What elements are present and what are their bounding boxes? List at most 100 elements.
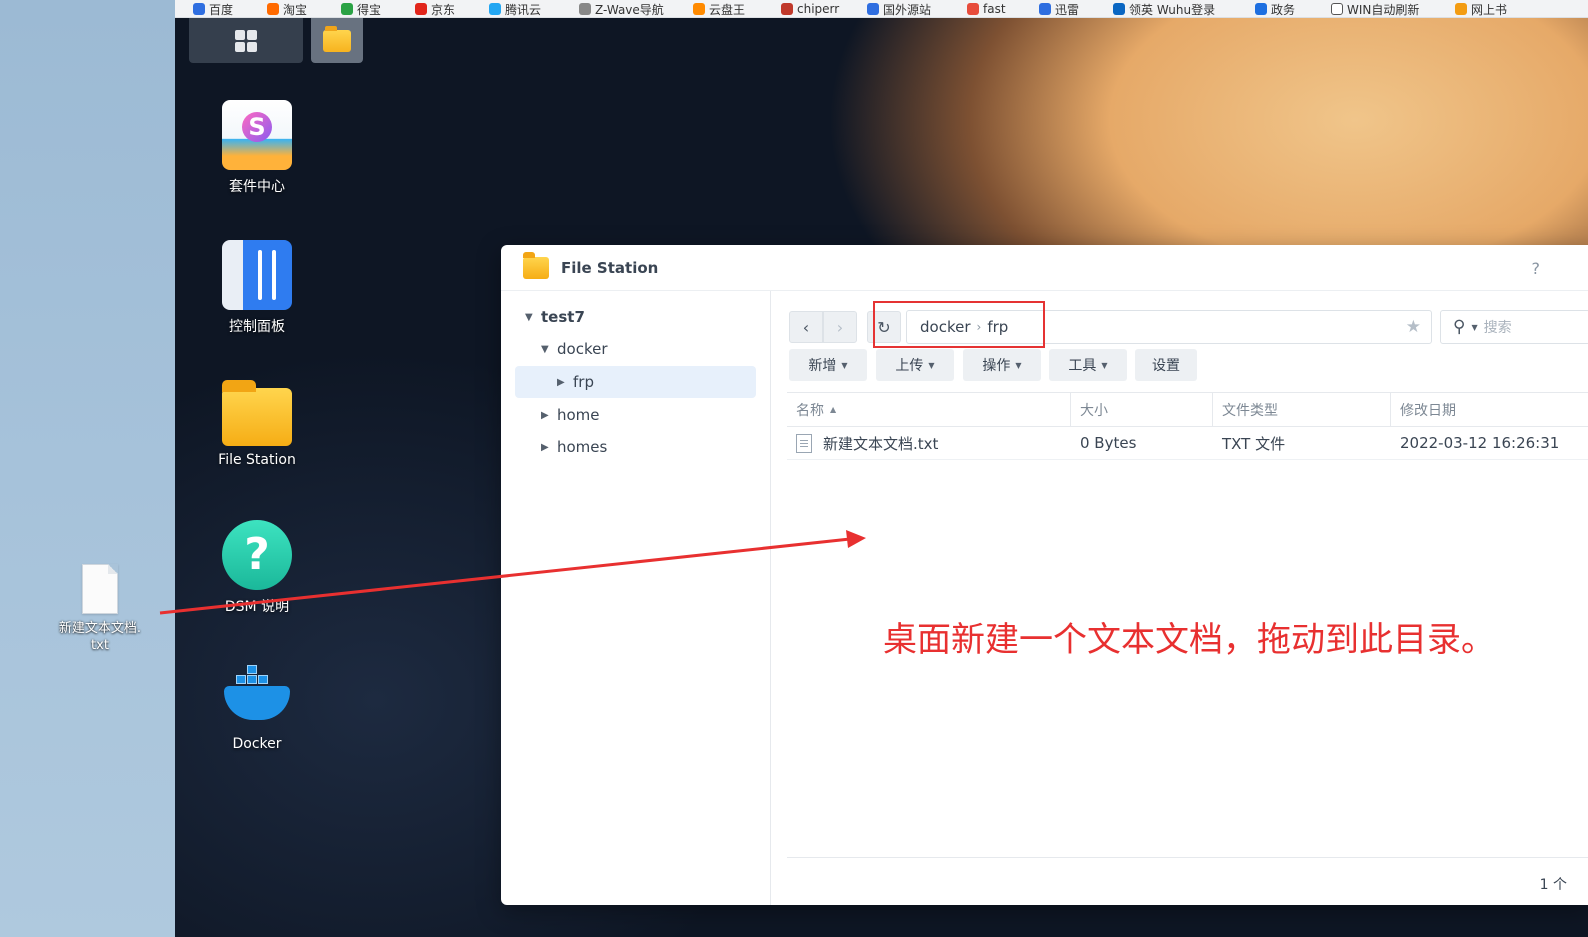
folder-icon (323, 25, 351, 52)
desktop-file-item[interactable]: 新建文本文档.txt (58, 564, 142, 654)
bookmark-bar: 百度 淘宝 得宝 京东 腾讯云 Z-Wave导航 云盘王 chiperr 国外源… (175, 0, 1588, 18)
cell-type: TXT 文件 (1222, 434, 1286, 453)
docker-icon (222, 660, 292, 730)
search-input[interactable]: ⚲ ▼ 搜索 (1440, 310, 1588, 344)
bookmark-item[interactable]: 淘宝 (267, 0, 307, 17)
bookmark-item[interactable]: 百度 (193, 0, 233, 17)
cell-size: 0 Bytes (1080, 434, 1137, 452)
bookmark-icon (489, 3, 501, 15)
bookmark-icon (867, 3, 879, 15)
bookmark-item[interactable]: 腾讯云 (489, 0, 541, 17)
table-header: 名称 ▲ 大小 文件类型 修改日期 (787, 392, 1588, 427)
search-placeholder: 搜索 (1483, 320, 1512, 336)
app-label: File Station (218, 452, 296, 468)
folder-icon (222, 380, 292, 446)
app-label: 套件中心 (229, 179, 285, 195)
folder-icon (523, 251, 549, 279)
bookmark-icon (267, 3, 279, 15)
desktop-file-label: 新建文本文档.txt (58, 621, 142, 653)
app-docker[interactable]: Docker (197, 660, 317, 752)
tree-item-docker[interactable]: ▼ docker (541, 333, 608, 365)
taskbar-file-station-button[interactable] (311, 18, 363, 63)
tree-item-homes[interactable]: ▶ homes (541, 431, 607, 463)
bookmark-item[interactable]: 得宝 (341, 0, 381, 17)
window-titlebar[interactable]: File Station ? (501, 245, 1588, 291)
app-file-station[interactable]: File Station (197, 380, 317, 468)
tools-button[interactable]: 工具 ▼ (1049, 349, 1127, 381)
package-center-icon: S (222, 100, 292, 170)
file-station-window: File Station ? ▼ test7 ▼ docker ▶ frp ▶ … (501, 245, 1588, 905)
bookmark-item[interactable]: WIN自动刷新 (1331, 0, 1419, 17)
column-header-modified[interactable]: 修改日期 (1391, 393, 1588, 426)
app-control-panel[interactable]: 控制面板 (197, 240, 317, 336)
window-title: File Station (561, 258, 659, 277)
annotation-text: 桌面新建一个文本文档，拖动到此目录。 (883, 620, 1495, 660)
caret-down-icon: ▼ (1015, 360, 1022, 370)
star-icon[interactable]: ★ (1406, 317, 1421, 337)
file-list-panel: ‹ › ↻ docker › frp ★ ⚲ ▼ 搜索 新增 ▼ 上传 ▼ 操作 ▼ … (771, 291, 1588, 905)
cell-name: 新建文本文档.txt (787, 427, 938, 459)
bookmark-icon (1331, 3, 1343, 15)
upload-button[interactable]: 上传 ▼ (876, 349, 954, 381)
grid-icon (235, 29, 257, 52)
item-count: 1 个 (1539, 877, 1567, 893)
bookmark-item[interactable]: 云盘王 (693, 0, 745, 17)
main-menu-button[interactable] (189, 18, 303, 63)
text-file-icon (82, 564, 118, 614)
caret-down-icon: ▼ (1471, 322, 1478, 332)
app-package-center[interactable]: S 套件中心 (197, 100, 317, 196)
bookmark-item[interactable]: chiperr (781, 0, 839, 17)
bookmark-item[interactable]: 领英 Wuhu登录 (1113, 0, 1215, 17)
caret-down-icon: ▼ (541, 343, 549, 355)
bookmark-icon (1113, 3, 1125, 15)
bookmark-item[interactable]: Z-Wave导航 (579, 0, 664, 17)
bookmark-item[interactable]: fast (967, 0, 1006, 17)
table-row[interactable]: 新建文本文档.txt 0 Bytes TXT 文件 2022-03-12 16:… (787, 427, 1588, 460)
bookmark-item[interactable]: 国外源站 (867, 0, 931, 17)
host-desktop: 新建文本文档.txt (0, 0, 175, 937)
new-button[interactable]: 新增 ▼ (789, 349, 867, 381)
column-header-type[interactable]: 文件类型 (1213, 393, 1391, 426)
bookmark-item[interactable]: 京东 (415, 0, 455, 17)
bookmark-icon (579, 3, 591, 15)
bookmark-item[interactable]: 网上书 (1455, 0, 1507, 17)
app-label: Docker (232, 736, 282, 752)
forward-button[interactable]: › (823, 311, 857, 343)
tree-item-home[interactable]: ▶ home (541, 399, 600, 431)
action-button[interactable]: 操作 ▼ (963, 349, 1041, 381)
caret-right-icon: ▶ (557, 376, 565, 388)
sort-up-icon: ▲ (830, 405, 837, 414)
caret-right-icon: ▶ (541, 441, 549, 453)
bookmark-icon (1455, 3, 1467, 15)
app-dsm-help[interactable]: ? DSM 说明 (197, 520, 317, 616)
help-icon: ? (222, 520, 292, 590)
caret-down-icon: ▼ (928, 360, 935, 370)
bookmark-icon (341, 3, 353, 15)
bookmark-icon (1255, 3, 1267, 15)
bookmark-icon (781, 3, 793, 15)
caret-down-icon: ▼ (525, 311, 533, 323)
status-bar: 1 个 (787, 857, 1588, 905)
bookmark-icon (693, 3, 705, 15)
tree-item-frp[interactable]: ▶ frp (515, 366, 756, 398)
search-icon: ⚲ (1453, 317, 1466, 337)
folder-tree: ▼ test7 ▼ docker ▶ frp ▶ home ▶ homes (501, 291, 771, 905)
column-header-name[interactable]: 名称 ▲ (787, 393, 1071, 426)
text-file-icon (796, 433, 812, 453)
settings-button[interactable]: 设置 (1135, 349, 1197, 381)
caret-right-icon: ▶ (541, 409, 549, 421)
tree-item-root[interactable]: ▼ test7 (525, 301, 585, 333)
control-panel-icon (222, 240, 292, 310)
bookmark-icon (1039, 3, 1051, 15)
help-button[interactable]: ? (1532, 259, 1541, 278)
bookmark-icon (967, 3, 979, 15)
chevron-left-icon: ‹ (802, 317, 810, 337)
chevron-right-icon: › (836, 317, 844, 337)
back-button[interactable]: ‹ (789, 311, 823, 343)
caret-down-icon: ▼ (1101, 360, 1108, 370)
bookmark-icon (415, 3, 427, 15)
bookmark-icon (193, 3, 205, 15)
bookmark-item[interactable]: 政务 (1255, 0, 1295, 17)
column-header-size[interactable]: 大小 (1071, 393, 1213, 426)
bookmark-item[interactable]: 迅雷 (1039, 0, 1079, 17)
